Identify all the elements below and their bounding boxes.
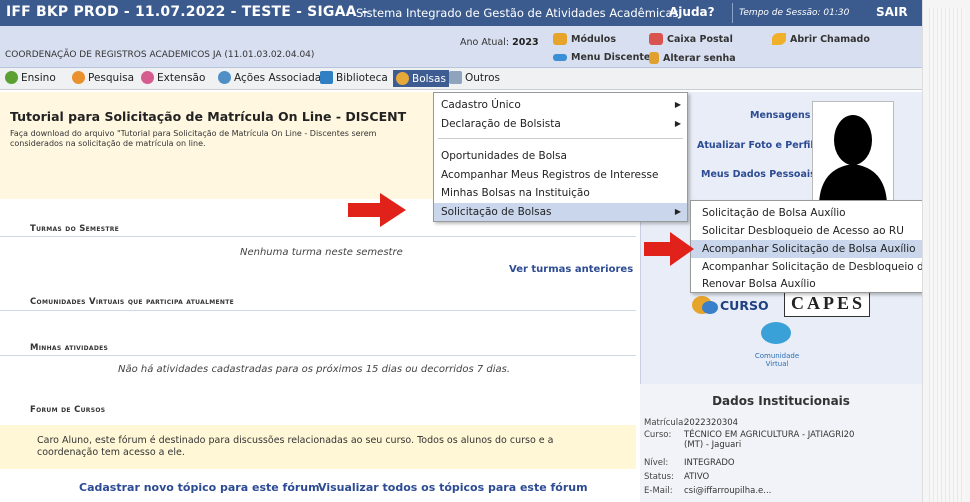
- avatar-silhouette-icon: [819, 115, 887, 203]
- background-pattern: [929, 8, 965, 502]
- turmas-empty-message: Nenhuma turma neste semestre: [240, 247, 403, 258]
- ticket-icon: [772, 33, 786, 45]
- caixa-postal-button[interactable]: Caixa Postal: [649, 33, 733, 45]
- capes-logo[interactable]: CAPES: [784, 289, 870, 317]
- menu-extensao[interactable]: Extensão: [141, 71, 205, 84]
- forum-description: Caro Aluno, este fórum é destinado para …: [37, 435, 554, 458]
- forum-description-box: Caro Aluno, este fórum é destinado para …: [0, 425, 636, 469]
- dados-title: Dados Institucionais: [712, 394, 850, 408]
- main-menu-bar: Ensino Pesquisa Extensão Ações Associada…: [0, 68, 922, 90]
- system-name: Sistema Integrado de Gestão de Atividade…: [356, 6, 679, 20]
- abrir-chamado-button[interactable]: Abrir Chamado: [772, 33, 870, 45]
- menu-acoes-associadas[interactable]: Ações Associadas: [218, 71, 327, 84]
- modules-icon: [553, 33, 567, 45]
- menu-discente-button[interactable]: Menu Discente: [553, 52, 650, 63]
- profile-photo[interactable]: [812, 101, 894, 204]
- menu-biblioteca[interactable]: Biblioteca: [320, 71, 388, 84]
- dados-row: Nível: INTEGRADO: [644, 458, 735, 468]
- mailbox-icon: [649, 33, 663, 45]
- flask-icon: [72, 71, 85, 84]
- menu-outros[interactable]: Outros: [449, 71, 500, 84]
- person-icon: [396, 72, 409, 85]
- menu-item-declaracao-bolsista[interactable]: Declaração de Bolsista ▶: [434, 115, 687, 133]
- system-title: IFF BKP PROD - 11.07.2022 - TESTE - SIGA…: [6, 4, 368, 20]
- dados-row: Matrícula: 2022320304: [644, 418, 739, 428]
- user-info-bar: COORDENAÇÃO DE REGISTROS ACADEMICOS JA (…: [0, 26, 922, 68]
- menu-separator: [438, 138, 683, 139]
- menu-item-minhas-bolsas[interactable]: Minhas Bolsas na Instituição: [434, 184, 687, 202]
- coordination-label: COORDENAÇÃO DE REGISTROS ACADEMICOS JA (…: [5, 50, 315, 60]
- menu-bolsas[interactable]: Bolsas: [393, 70, 449, 87]
- modulos-button[interactable]: Módulos: [553, 33, 616, 45]
- menu-item-cadastro-unico[interactable]: Cadastro Único ▶: [434, 96, 687, 114]
- people-icon: [761, 322, 791, 344]
- submenu-arrow-icon: ▶: [674, 100, 681, 109]
- forum-section-title: Forum de Cursos: [30, 405, 106, 415]
- atualizar-foto-link[interactable]: Atualizar Foto e Perfil: [697, 140, 814, 151]
- meus-dados-link[interactable]: Meus Dados Pessoais: [701, 169, 816, 180]
- red-arrow-icon: [348, 193, 406, 227]
- dados-row: E-Mail: csi@iffarroupilha.e...: [644, 486, 772, 496]
- library-icon: [320, 71, 333, 84]
- arrows-icon: [553, 54, 567, 61]
- mensagens-link[interactable]: Mensagens: [750, 110, 810, 121]
- ver-turmas-anteriores-link[interactable]: Ver turmas anteriores: [509, 264, 633, 275]
- current-year: Ano Atual: 2023: [460, 37, 539, 48]
- grid-icon: [449, 71, 462, 84]
- menu-item-oportunidades[interactable]: Oportunidades de Bolsa: [434, 147, 687, 165]
- curso-logo[interactable]: CURSO: [692, 293, 774, 317]
- alterar-senha-button[interactable]: Alterar senha: [649, 52, 736, 64]
- globe-icon: [5, 71, 18, 84]
- comunidades-section-title: Comunidades Virtuais que participa atual…: [30, 297, 235, 307]
- top-header-bar: IFF BKP PROD - 11.07.2022 - TESTE - SIGA…: [0, 0, 922, 26]
- extension-icon: [141, 71, 154, 84]
- dados-row: Status: ATIVO: [644, 472, 710, 482]
- turmas-section-title: Turmas do Semestre: [30, 224, 120, 234]
- visualizar-topicos-link[interactable]: Visualizar todos os tópicos para este fó…: [318, 481, 588, 494]
- submenu-arrow-icon: ▶: [674, 207, 681, 216]
- tutorial-title: Tutorial para Solicitação de Matrícula O…: [10, 109, 407, 124]
- menu-pesquisa[interactable]: Pesquisa: [72, 71, 134, 84]
- atividades-empty-message: Não há atividades cadastradas para os pr…: [118, 364, 511, 375]
- divider: [0, 355, 636, 356]
- atividades-section-title: Minhas atividades: [30, 343, 109, 353]
- submenu-arrow-icon: ▶: [674, 119, 681, 128]
- key-icon: [649, 52, 659, 64]
- session-timer: Tempo de Sessão: 01:30: [732, 3, 849, 23]
- help-link[interactable]: Ajuda?: [669, 5, 715, 19]
- dados-row: Curso: TÉCNICO EM AGRICULTURA - JATIAGRI2…: [644, 430, 855, 450]
- divider: [0, 310, 636, 311]
- dados-institucionais-panel: Dados Institucionais Matrícula: 202232030…: [640, 384, 922, 502]
- logout-link[interactable]: SAIR: [876, 5, 908, 19]
- cadastrar-topico-link[interactable]: Cadastrar novo tópico para este fórum: [79, 481, 320, 494]
- red-arrow-icon: [644, 232, 694, 266]
- divider: [0, 236, 636, 237]
- menu-item-solicitacao-bolsas[interactable]: Solicitação de Bolsas ▶: [434, 203, 687, 221]
- actions-icon: [218, 71, 231, 84]
- menu-item-acompanhar-registros[interactable]: Acompanhar Meus Registros de Interesse: [434, 166, 687, 184]
- tutorial-description: Faça download do arquivo "Tutorial para …: [10, 129, 377, 148]
- bolsas-dropdown-menu: Cadastro Único ▶ Declaração de Bolsista ▶ …: [433, 92, 688, 222]
- comunidade-virtual-logo[interactable]: Comunidade Virtual: [745, 322, 809, 368]
- menu-ensino[interactable]: Ensino: [5, 71, 56, 84]
